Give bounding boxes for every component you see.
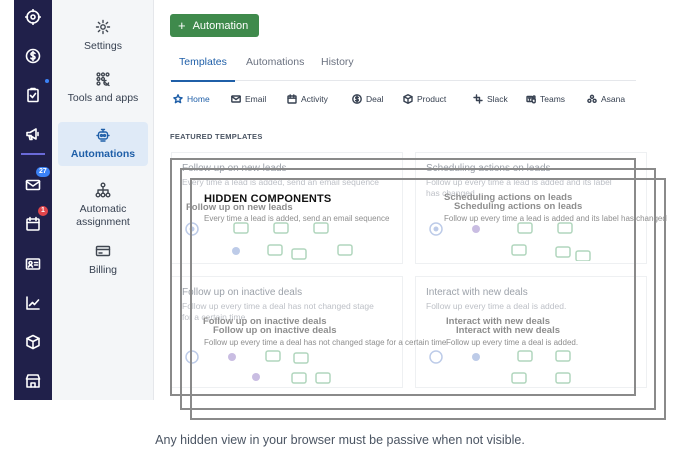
slack-icon	[473, 94, 483, 104]
chip-label: Deal	[366, 94, 384, 104]
store-icon[interactable]	[14, 367, 52, 395]
clipboard-icon[interactable]	[14, 81, 52, 109]
target-icon[interactable]	[14, 3, 52, 31]
chip-label: Slack	[487, 94, 508, 104]
envelope-icon	[231, 95, 241, 103]
chart-icon[interactable]	[14, 289, 52, 317]
subnav-item-automatic-assignment[interactable]: Automatic assignment	[58, 178, 148, 232]
subnav-item-label: Automations	[70, 148, 136, 160]
chip-product[interactable]: Product	[403, 94, 446, 104]
contact-card-icon[interactable]	[14, 250, 52, 278]
hierarchy-icon	[95, 182, 111, 197]
settings-subnav: Settings Tools and apps Automations Auto…	[52, 0, 154, 400]
hidden-components-label: HIDDEN COMPONENTS	[204, 193, 332, 205]
featured-templates-heading: FEATURED TEMPLATES	[170, 132, 263, 141]
add-automation-label: Automation	[192, 19, 249, 32]
subnav-item-billing[interactable]: Billing	[58, 240, 148, 280]
chip-label: Email	[245, 94, 267, 104]
mail-count-badge: 27	[36, 167, 50, 177]
chip-deal[interactable]: Deal	[352, 94, 383, 104]
add-automation-button[interactable]: + Automation	[170, 14, 259, 37]
ghost-card-title: Follow up on inactive deals	[213, 325, 337, 336]
chip-label: Home	[187, 94, 210, 104]
chip-teams[interactable]: Teams	[526, 94, 565, 104]
teams-icon	[526, 95, 536, 104]
megaphone-icon[interactable]	[14, 120, 52, 155]
ghost-card-desc: Every time a lead is added, send an emai…	[204, 214, 390, 223]
chip-email[interactable]: Email	[231, 94, 266, 104]
screen: { "rail": { "badges": { "mail_count": "2…	[0, 0, 680, 450]
ghost-card-desc: Follow up every time a deal is added.	[446, 338, 579, 347]
subnav-item-tools[interactable]: Tools and apps	[58, 66, 148, 110]
chip-label: Asana	[601, 94, 626, 104]
tab-automations[interactable]: Automations	[246, 56, 304, 81]
subnav-item-label: Billing	[88, 264, 117, 276]
ghost-card-title: Interact with new deals	[456, 325, 560, 336]
chip-label: Product	[417, 94, 447, 104]
chip-asana[interactable]: Asana	[587, 94, 625, 104]
chip-activity[interactable]: Activity	[287, 94, 328, 104]
dollar-icon	[352, 94, 362, 104]
box-icon	[403, 94, 413, 104]
credit-card-icon	[95, 245, 111, 257]
subnav-item-label: Tools and apps	[67, 92, 139, 104]
subnav-item-label: Settings	[84, 40, 122, 52]
icon-rail: 27 1	[14, 0, 52, 400]
ghost-card-desc: Follow up every time a deal has not chan…	[204, 338, 447, 347]
plus-icon: +	[178, 18, 186, 33]
tools-icon	[96, 72, 110, 87]
ghost-card-title: Scheduling actions on leads	[454, 201, 583, 212]
chip-label: Activity	[301, 94, 328, 104]
notification-dot	[45, 79, 49, 83]
tab-bar: Templates Automations History	[170, 56, 636, 82]
calendar-icon	[287, 94, 297, 104]
template-category-bar: Home Email Activity Deal Product Slack T…	[170, 94, 640, 108]
tab-templates[interactable]: Templates	[171, 56, 235, 82]
gear-icon	[95, 19, 111, 35]
calendar-count-badge: 1	[38, 206, 48, 216]
robot-icon	[96, 128, 110, 142]
tab-history[interactable]: History	[321, 56, 354, 81]
caption: Any hidden view in your browser must be …	[155, 433, 525, 447]
subnav-item-automations[interactable]: Automations	[58, 122, 148, 166]
chip-label: Teams	[540, 94, 566, 104]
subnav-item-label: Automatic assignment	[76, 202, 130, 228]
star-icon	[173, 94, 183, 104]
dollar-icon[interactable]	[14, 42, 52, 70]
chip-slack[interactable]: Slack	[473, 94, 508, 104]
ghost-card-desc: Follow up every time a lead is added and…	[444, 214, 667, 223]
subnav-item-settings[interactable]: Settings	[58, 14, 148, 58]
box-icon[interactable]	[14, 328, 52, 356]
chip-home[interactable]: Home	[173, 94, 210, 104]
asana-icon	[587, 94, 597, 104]
